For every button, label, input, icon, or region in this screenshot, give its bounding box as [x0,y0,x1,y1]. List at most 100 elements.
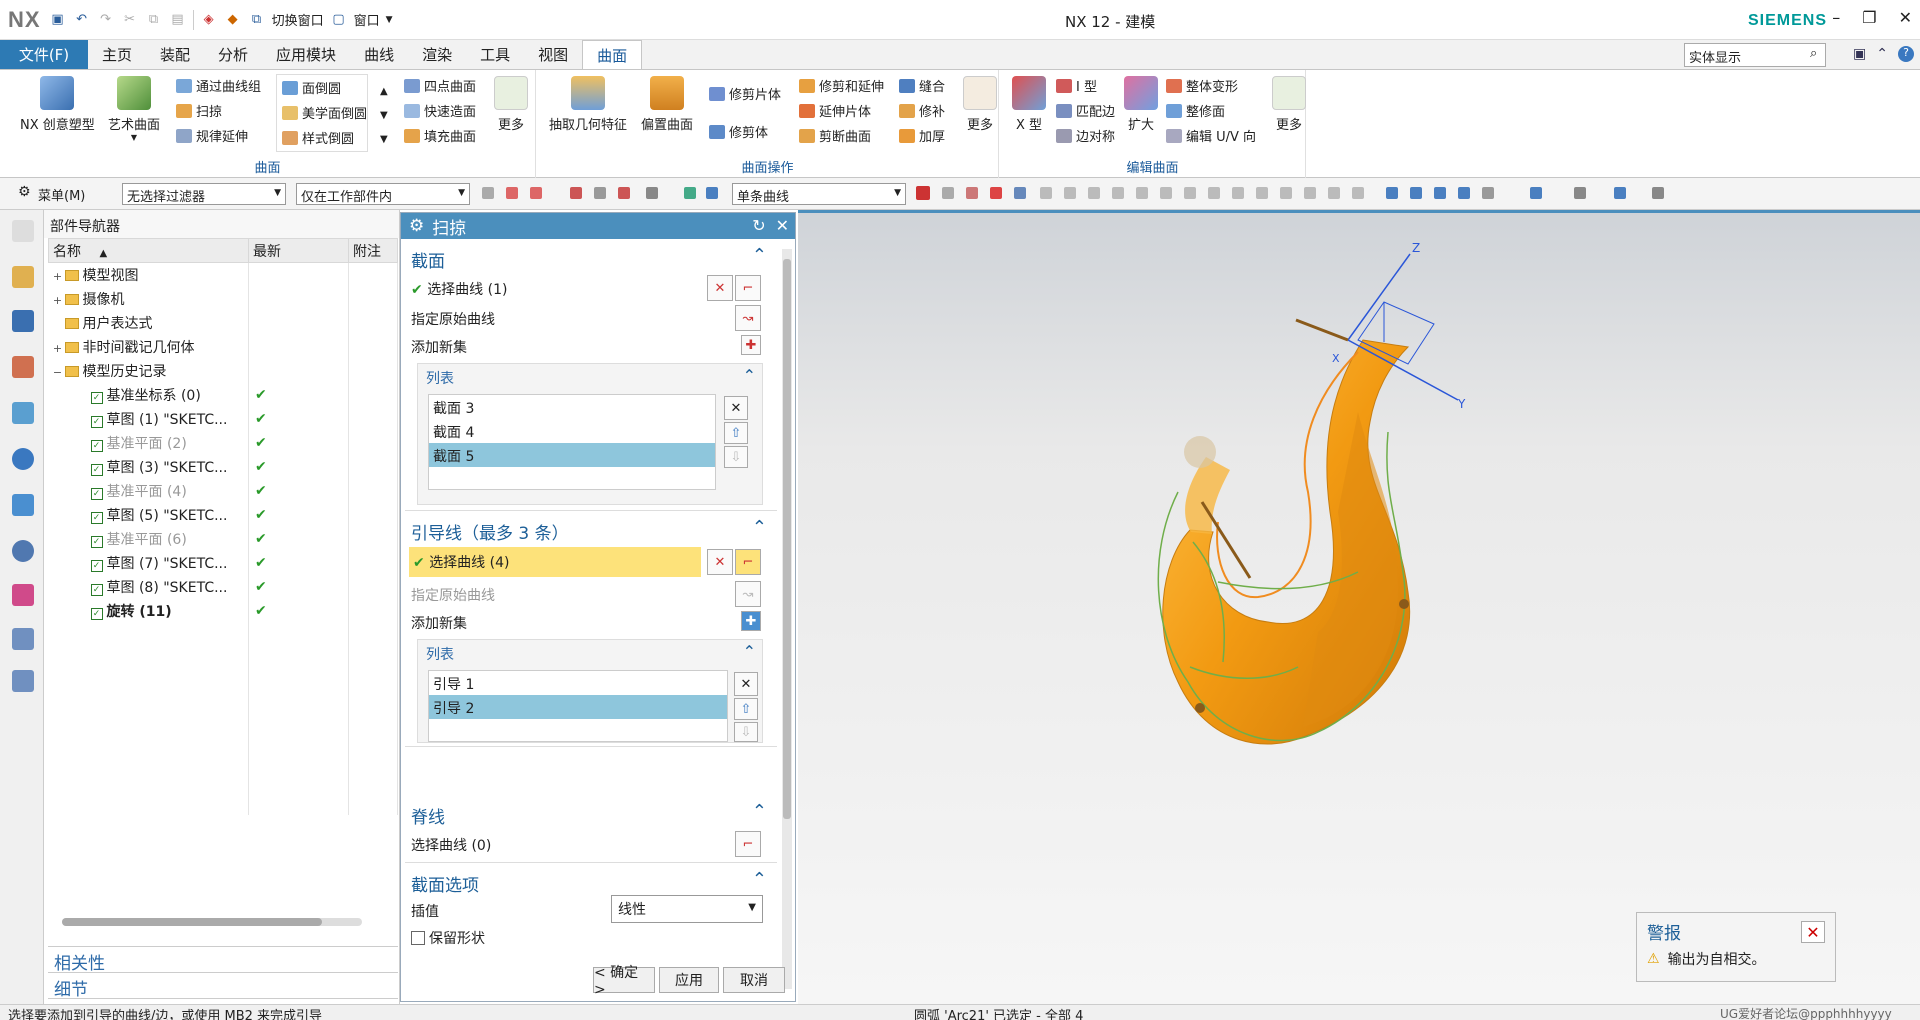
point-handle[interactable] [1399,599,1409,609]
list-item[interactable]: 截面 4 [429,419,715,443]
trim-body-button[interactable]: 修剪体 [709,122,768,141]
refit-face-button[interactable]: 整修面 [1166,101,1225,120]
chevron-down-icon[interactable]: ▼ [131,133,137,142]
visibility-checkbox[interactable]: ✓ [90,607,103,620]
section-header[interactable]: 截面 ⌃ [405,243,777,272]
horizontal-scrollbar[interactable] [62,918,362,926]
extend-icon[interactable] [1304,187,1316,199]
gear-icon[interactable]: ⚙ [409,216,424,236]
snap-point-icon[interactable] [966,187,978,199]
thicken-button[interactable]: 加厚 [899,126,945,145]
tree-row[interactable]: ✓ 基准平面 (6) ✔ [48,526,398,551]
i-form-button[interactable]: I 型 [1056,76,1097,95]
copy-icon[interactable]: ⧉ [145,11,163,29]
origin-curve-icon[interactable]: ↝ [735,305,761,331]
assembly-navigator-icon[interactable] [12,266,34,288]
tree-row[interactable]: ✓ 草图 (1) "SKETC... ✔ [48,406,398,431]
remove-icon[interactable]: ✕ [724,396,748,420]
settings-icon[interactable] [12,220,34,242]
tree-row[interactable]: − 模型历史记录 [48,358,398,383]
more-ops-button[interactable]: 更多 [963,76,997,133]
arc-center-icon[interactable] [1088,187,1100,199]
face-select-icon[interactable] [706,187,718,199]
tab-curve[interactable]: 曲线 [350,40,408,69]
snap-toggle-icon[interactable] [1352,187,1364,199]
pan-icon[interactable] [1458,187,1470,199]
visibility-checkbox[interactable]: ✓ [90,415,103,428]
close-icon[interactable]: ✕ [776,216,789,235]
spine-select-curve[interactable]: 选择曲线 (0) [411,835,491,855]
roles-icon[interactable] [12,670,34,692]
guide-add-set[interactable]: 添加新集 [411,613,467,633]
selection-scope-dropdown[interactable]: 仅在工作部件内 [296,183,470,205]
expand-icon[interactable]: + [51,294,65,307]
tree-row[interactable]: + 模型视图 [48,262,398,287]
point-on-curve-icon[interactable] [1184,187,1196,199]
patch-button[interactable]: 修补 [899,101,945,120]
curve-select-icon[interactable]: ⌐ [735,549,761,575]
expand-icon[interactable]: − [51,366,65,379]
orient-icon[interactable] [1482,187,1494,199]
remove-icon[interactable]: ✕ [734,672,758,696]
graphics-window[interactable]: Z Y X [798,210,1920,1004]
apply-button[interactable]: 应用 [659,967,719,993]
select-icon[interactable] [506,187,518,199]
list-item-selected[interactable]: 截面 5 [429,443,715,467]
collapse-icon[interactable]: ⌃ [752,517,767,538]
list-header[interactable]: 列表 ⌃ [418,364,762,390]
panel-dependencies[interactable]: 相关性 [48,946,398,974]
z-axis[interactable] [1347,253,1411,341]
search-icon[interactable]: ⌕ [1810,46,1817,61]
save-icon[interactable]: ▣ [49,11,67,29]
tab-analysis[interactable]: 分析 [204,40,262,69]
constraint-navigator-icon[interactable] [12,310,34,332]
redo-icon[interactable]: ↷ [97,11,115,29]
shade-icon[interactable] [1614,187,1626,199]
ribbon-options-icon[interactable]: ▣ [1853,46,1866,62]
display-mode-icon[interactable] [1574,187,1586,199]
tab-surface[interactable]: 曲面 [582,40,643,69]
tab-home[interactable]: 主页 [88,40,146,69]
section-options-header[interactable]: 截面选项 ⌃ [405,867,777,896]
expand-icon[interactable]: + [51,270,65,283]
ok-button[interactable]: < 确定 > [593,965,655,998]
extract-geometry-button[interactable]: 抽取几何特征 [549,76,627,133]
trim-sheet-button[interactable]: 修剪片体 [709,84,781,103]
hd3d-tools-icon[interactable] [12,448,34,470]
tab-render[interactable]: 渲染 [408,40,466,69]
tree-row[interactable]: ✓ 旋转 (11) ✔ [48,598,398,623]
menu-button[interactable]: 菜单(M) [38,185,85,204]
spine-header[interactable]: 脊线 ⌃ [405,799,777,828]
collapse-icon[interactable]: ⌃ [752,801,767,822]
type-filter-dropdown[interactable]: 无选择过滤器 [122,183,286,205]
pole-icon[interactable] [1256,187,1268,199]
face-blend-button[interactable]: 面倒圆 [282,78,341,97]
reset-icon[interactable]: ↻ [752,216,765,235]
close-alert-button[interactable]: ✕ [1801,921,1825,943]
scrollbar-thumb[interactable] [62,918,322,926]
edit-uv-button[interactable]: 编辑 U/V 向 [1166,126,1256,145]
list-item-selected[interactable]: 引导 2 [429,695,727,719]
history-icon[interactable] [12,540,34,562]
control-point-icon[interactable] [1040,187,1052,199]
more-surface-button[interactable]: 更多 [494,76,528,133]
tree-row[interactable]: ✓ 草图 (7) "SKETC... ✔ [48,550,398,575]
add-set-icon[interactable]: ✚ [741,611,761,631]
extend-sheet-button[interactable]: 延伸片体 [799,101,871,120]
repeat-command-icon[interactable]: ◈ [200,11,218,29]
tree-row[interactable]: ✓ 基准平面 (2) ✔ [48,430,398,455]
reuse-library-icon[interactable] [12,402,34,424]
gallery-scroll-icon[interactable]: ▲ ▼ ▼ [380,80,388,152]
intersection-icon[interactable] [1064,187,1076,199]
poly-point-icon[interactable] [1280,187,1292,199]
tree-row[interactable]: + 非时间戳记几何体 [48,334,398,359]
quadrant-icon[interactable] [1136,187,1148,199]
point-on-face-icon[interactable] [1208,187,1220,199]
rotate-icon[interactable] [1434,187,1446,199]
tab-view[interactable]: 视图 [524,40,582,69]
scrollbar-thumb[interactable] [783,259,791,819]
list-item[interactable]: 截面 3 [429,395,715,419]
visibility-checkbox[interactable]: ✓ [90,583,103,596]
fill-surface-button[interactable]: 填充曲面 [404,126,476,145]
close-icon[interactable]: ✕ [1899,8,1912,27]
